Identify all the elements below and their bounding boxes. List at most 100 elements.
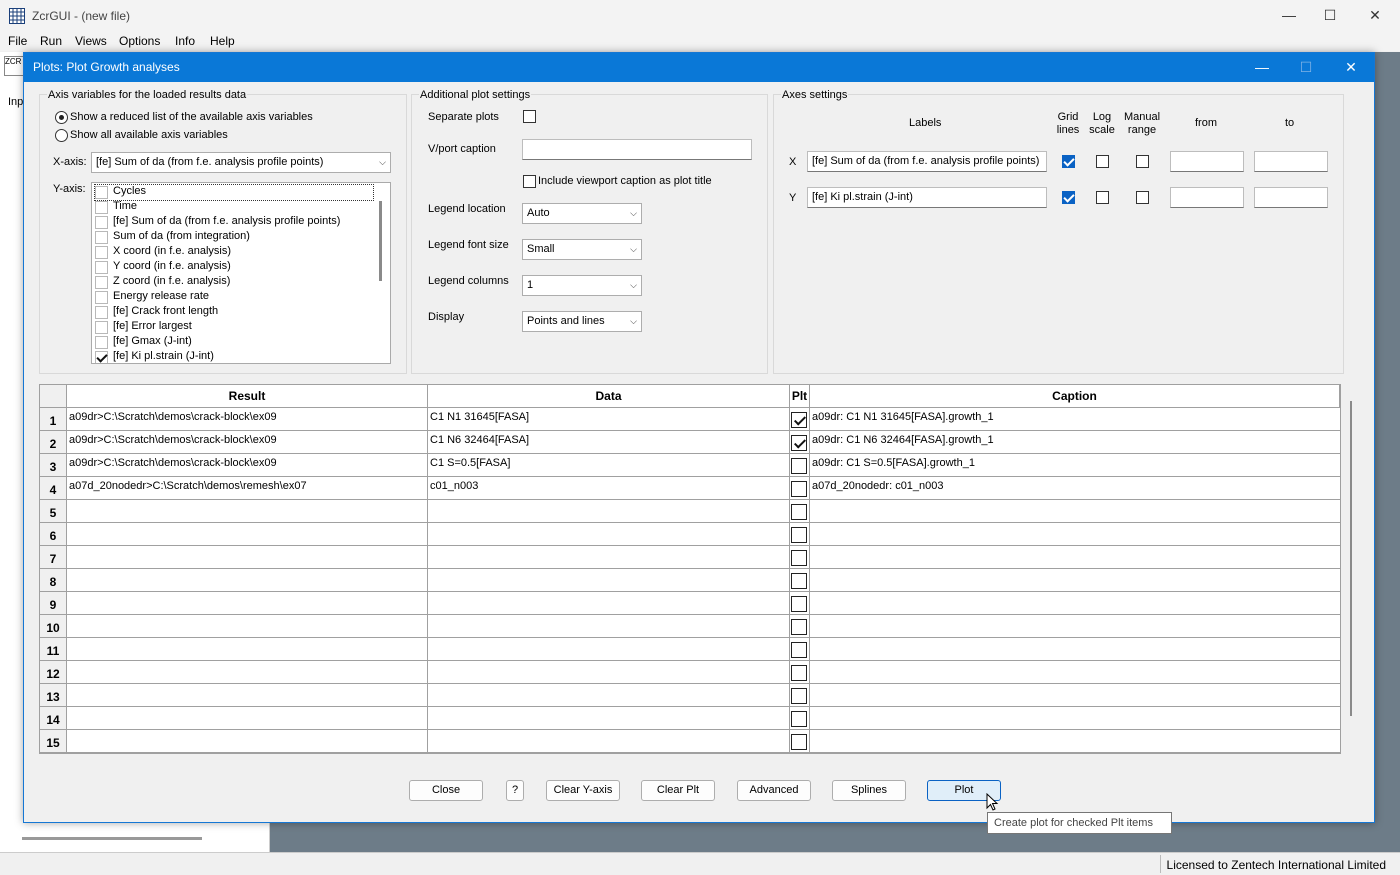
yaxis-item-checkbox[interactable] (95, 186, 108, 199)
yaxis-list-item[interactable]: [fe] Sum of da (from f.e. analysis profi… (95, 215, 373, 230)
cell-result[interactable] (67, 661, 428, 684)
radio-reduced-list[interactable] (55, 111, 68, 124)
yaxis-list-item[interactable]: Y coord (in f.e. analysis) (95, 260, 373, 275)
cell-result[interactable]: a09dr>C:\Scratch\demos\crack-block\ex09 (67, 454, 428, 477)
plt-checkbox[interactable] (791, 504, 807, 520)
plt-checkbox[interactable] (791, 734, 807, 750)
cell-caption[interactable] (810, 546, 1340, 569)
yaxis-item-checkbox[interactable] (95, 351, 108, 363)
plt-checkbox[interactable] (791, 550, 807, 566)
yaxis-item-checkbox[interactable] (95, 261, 108, 274)
yaxis-list-item[interactable]: Time (95, 200, 373, 215)
x-grid-checkbox[interactable] (1062, 155, 1075, 168)
yaxis-item-checkbox[interactable] (95, 336, 108, 349)
cell-caption[interactable] (810, 684, 1340, 707)
grid-scrollbar-thumb[interactable] (1350, 401, 1352, 716)
cell-data[interactable] (428, 546, 790, 569)
y-to-input[interactable] (1254, 187, 1328, 208)
cell-data[interactable] (428, 730, 790, 753)
y-manual-checkbox[interactable] (1136, 191, 1149, 204)
cell-caption[interactable]: a09dr: C1 S=0.5[FASA].growth_1 (810, 454, 1340, 477)
cell-caption[interactable]: a09dr: C1 N6 32464[FASA].growth_1 (810, 431, 1340, 454)
yaxis-list-item[interactable]: Z coord (in f.e. analysis) (95, 275, 373, 290)
plt-checkbox[interactable] (791, 458, 807, 474)
plt-checkbox[interactable] (791, 435, 807, 451)
cell-result[interactable] (67, 500, 428, 523)
plt-checkbox[interactable] (791, 481, 807, 497)
minimize-button[interactable]: — (1266, 0, 1312, 31)
cell-result[interactable] (67, 546, 428, 569)
cell-caption[interactable] (810, 569, 1340, 592)
cell-result[interactable] (67, 569, 428, 592)
cell-data[interactable]: C1 N1 31645[FASA] (428, 408, 790, 431)
plt-checkbox[interactable] (791, 711, 807, 727)
cell-result[interactable] (67, 730, 428, 753)
x-from-input[interactable] (1170, 151, 1244, 172)
y-grid-checkbox[interactable] (1062, 191, 1075, 204)
cell-data[interactable] (428, 638, 790, 661)
cell-data[interactable]: C1 N6 32464[FASA] (428, 431, 790, 454)
clear-plt-button[interactable]: Clear Plt (641, 780, 715, 801)
cell-result[interactable]: a07d_20nodedr>C:\Scratch\demos\remesh\ex… (67, 477, 428, 500)
y-from-input[interactable] (1170, 187, 1244, 208)
plt-checkbox[interactable] (791, 665, 807, 681)
radio-all-list[interactable] (55, 129, 68, 142)
cell-data[interactable] (428, 523, 790, 546)
cell-result[interactable]: a09dr>C:\Scratch\demos\crack-block\ex09 (67, 408, 428, 431)
xaxis-select[interactable]: [fe] Sum of da (from f.e. analysis profi… (91, 152, 391, 173)
cell-result[interactable] (67, 523, 428, 546)
cell-caption[interactable] (810, 523, 1340, 546)
menu-file[interactable]: File (8, 34, 27, 48)
clear-yaxis-button[interactable]: Clear Y-axis (546, 780, 620, 801)
cell-data[interactable] (428, 661, 790, 684)
toolbar-zcr-button[interactable]: ZCR (4, 56, 24, 76)
legend-font-select[interactable]: Small ⌵ (522, 239, 642, 260)
cell-caption[interactable] (810, 592, 1340, 615)
help-button[interactable]: ? (506, 780, 524, 801)
plt-checkbox[interactable] (791, 573, 807, 589)
cell-result[interactable] (67, 615, 428, 638)
yaxis-item-checkbox[interactable] (95, 231, 108, 244)
cell-data[interactable] (428, 684, 790, 707)
x-axis-label-input[interactable]: [fe] Sum of da (from f.e. analysis profi… (807, 151, 1047, 172)
cell-data[interactable]: c01_n003 (428, 477, 790, 500)
yaxis-item-checkbox[interactable] (95, 321, 108, 334)
plt-checkbox[interactable] (791, 688, 807, 704)
yaxis-item-checkbox[interactable] (95, 201, 108, 214)
yaxis-item-checkbox[interactable] (95, 306, 108, 319)
yaxis-list-item[interactable]: [fe] Ki pl.strain (J-int) (95, 350, 373, 363)
cell-caption[interactable] (810, 615, 1340, 638)
yaxis-list-item[interactable]: Energy release rate (95, 290, 373, 305)
yaxis-item-checkbox[interactable] (95, 246, 108, 259)
cell-caption[interactable]: a07d_20nodedr: c01_n003 (810, 477, 1340, 500)
cell-caption[interactable]: a09dr: C1 N1 31645[FASA].growth_1 (810, 408, 1340, 431)
yaxis-item-checkbox[interactable] (95, 216, 108, 229)
yaxis-list-item[interactable]: [fe] Crack front length (95, 305, 373, 320)
separate-plots-checkbox[interactable] (523, 110, 536, 123)
yaxis-list-item[interactable]: [fe] Gmax (J-int) (95, 335, 373, 350)
include-caption-checkbox[interactable] (523, 175, 536, 188)
cell-result[interactable]: a09dr>C:\Scratch\demos\crack-block\ex09 (67, 431, 428, 454)
dialog-minimize-button[interactable]: — (1239, 53, 1285, 82)
cell-caption[interactable] (810, 707, 1340, 730)
dialog-close-icon[interactable]: ✕ (1328, 53, 1374, 82)
yaxis-item-checkbox[interactable] (95, 276, 108, 289)
yaxis-list-item[interactable]: [fe] Error largest (95, 320, 373, 335)
cell-data[interactable] (428, 615, 790, 638)
legend-location-select[interactable]: Auto ⌵ (522, 203, 642, 224)
cell-result[interactable] (67, 592, 428, 615)
cell-data[interactable] (428, 569, 790, 592)
plt-checkbox[interactable] (791, 596, 807, 612)
x-log-checkbox[interactable] (1096, 155, 1109, 168)
menu-views[interactable]: Views (75, 34, 107, 48)
yaxis-list-item[interactable]: Cycles (94, 184, 374, 201)
menu-help[interactable]: Help (210, 34, 235, 48)
legend-columns-select[interactable]: 1 ⌵ (522, 275, 642, 296)
yaxis-list[interactable]: Cycles Time [fe] Sum of da (from f.e. anal… (91, 182, 391, 364)
y-log-checkbox[interactable] (1096, 191, 1109, 204)
cell-data[interactable] (428, 592, 790, 615)
yaxis-list-item[interactable]: Sum of da (from integration) (95, 230, 373, 245)
yaxis-list-item[interactable]: X coord (in f.e. analysis) (95, 245, 373, 260)
plt-checkbox[interactable] (791, 642, 807, 658)
x-to-input[interactable] (1254, 151, 1328, 172)
